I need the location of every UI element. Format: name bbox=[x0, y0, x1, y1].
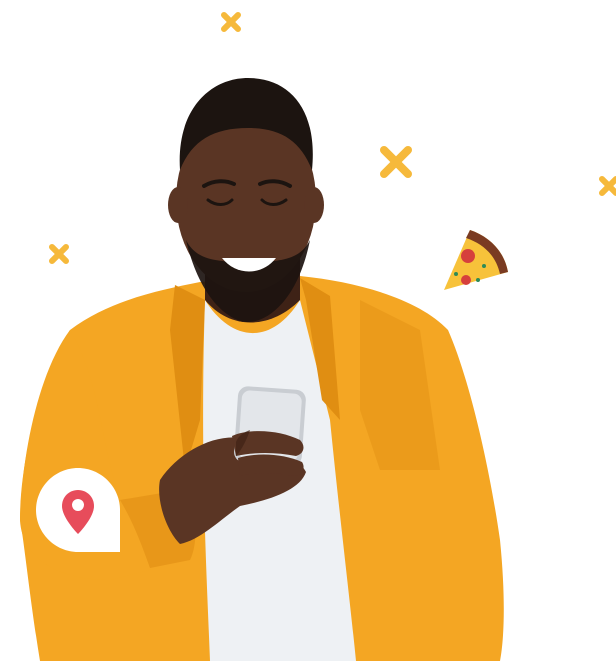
cross-icon bbox=[49, 244, 69, 264]
person-with-phone bbox=[20, 78, 504, 661]
cross-icon bbox=[221, 12, 241, 32]
location-bubble bbox=[36, 468, 120, 552]
cross-icon bbox=[599, 176, 616, 196]
pizza-slice-icon bbox=[444, 230, 508, 290]
cross-icon bbox=[380, 146, 412, 178]
hero-illustration bbox=[20, 12, 616, 661]
